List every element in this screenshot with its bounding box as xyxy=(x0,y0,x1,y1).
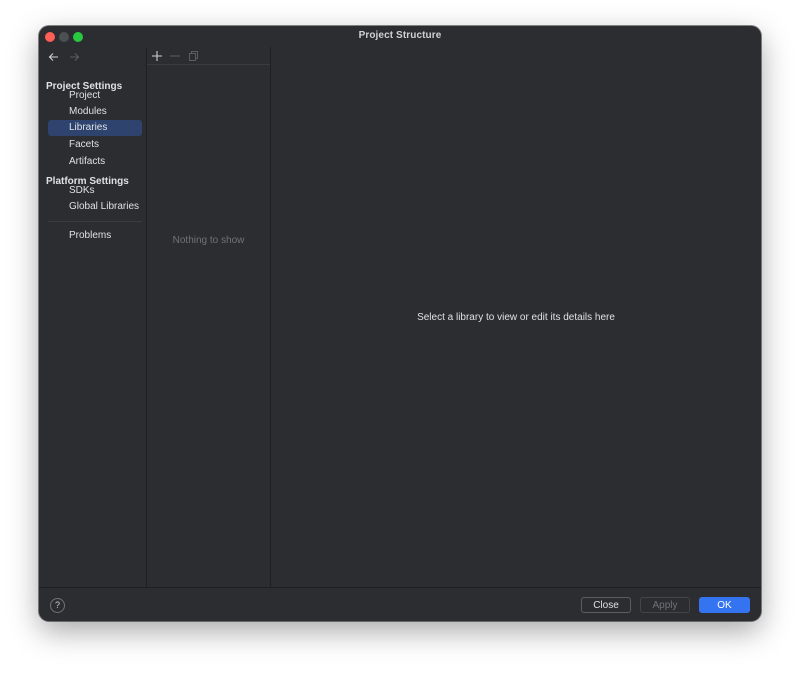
nav-item-problems[interactable]: Problems xyxy=(48,228,142,244)
library-list-pane: Nothing to show xyxy=(147,47,270,588)
nav-item-label: Modules xyxy=(69,106,107,117)
arrow-left-icon[interactable] xyxy=(48,52,59,62)
nav-item-label: Problems xyxy=(69,230,112,241)
close-button[interactable]: Close xyxy=(581,597,631,613)
plus-icon[interactable] xyxy=(151,50,163,62)
dialog-footer: ? Close Apply OK xyxy=(39,587,761,621)
nav-item-label: Artifacts xyxy=(69,156,106,167)
arrow-right-icon[interactable] xyxy=(69,52,80,62)
nav-item-modules[interactable]: Modules xyxy=(48,104,142,120)
list-toolbar xyxy=(147,47,270,65)
nav-item-label: Project xyxy=(69,90,101,101)
project-structure-window: Project Structure Project Settings Proje… xyxy=(39,26,761,621)
title-bar[interactable]: Project Structure xyxy=(39,26,761,47)
nav-item-sdks[interactable]: SDKs xyxy=(48,183,142,199)
minus-icon[interactable] xyxy=(169,50,181,62)
window-title: Project Structure xyxy=(358,30,442,41)
nav-item-project[interactable]: Project xyxy=(48,88,142,104)
nav-item-label: Libraries xyxy=(69,122,108,133)
nav-item-artifacts[interactable]: Artifacts xyxy=(48,154,142,170)
nav-divider xyxy=(48,221,142,222)
nav-item-label: Facets xyxy=(69,139,100,150)
apply-button[interactable]: Apply xyxy=(640,597,690,613)
nav-arrows xyxy=(48,52,80,66)
ok-button[interactable]: OK xyxy=(699,597,750,613)
detail-placeholder-message: Select a library to view or edit its det… xyxy=(417,312,615,323)
empty-list-message: Nothing to show xyxy=(172,235,245,246)
nav-item-label: Global Libraries xyxy=(69,201,140,212)
nav-item-libraries[interactable]: Libraries xyxy=(48,120,142,136)
help-button[interactable]: ? xyxy=(50,598,65,613)
nav-item-label: SDKs xyxy=(69,185,95,196)
copy-icon[interactable] xyxy=(187,50,199,62)
settings-nav: Project Settings Project Modules Librari… xyxy=(39,47,146,588)
nav-item-facets[interactable]: Facets xyxy=(48,137,142,153)
nav-item-global-libraries[interactable]: Global Libraries xyxy=(48,199,142,215)
